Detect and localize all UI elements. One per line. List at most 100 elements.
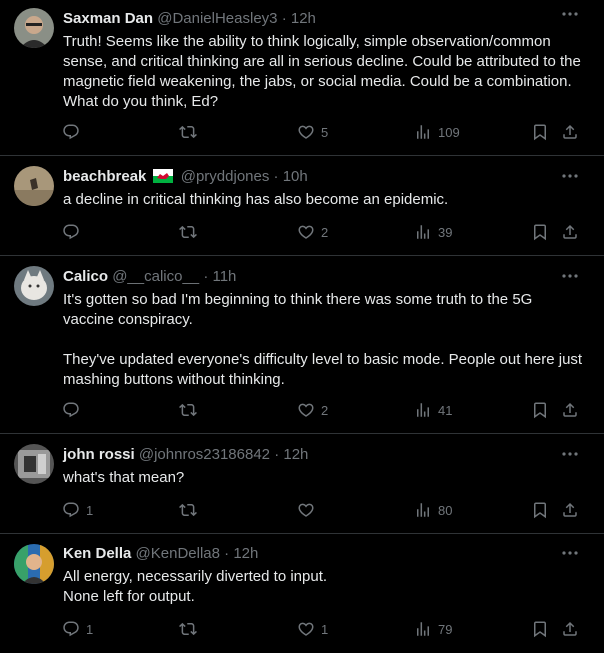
display-name[interactable]: Ken Della	[63, 545, 131, 562]
reply-button[interactable]: 1	[62, 619, 93, 639]
view-count: 109	[438, 124, 460, 140]
reply-icon	[62, 501, 80, 519]
more-icon[interactable]	[560, 6, 580, 22]
share-button[interactable]	[561, 500, 579, 520]
display-name[interactable]: john rossi	[63, 446, 135, 463]
user-handle[interactable]: @DanielHeasley3	[157, 10, 277, 27]
tweet-header: beachbreak @pryddjones · 10h	[63, 167, 308, 187]
share-icon	[561, 401, 579, 419]
avatar[interactable]	[14, 266, 54, 306]
bookmark-button[interactable]	[531, 222, 549, 242]
separator-dot: ·	[274, 446, 280, 463]
views-button[interactable]: 41	[414, 400, 452, 420]
reply-button[interactable]	[62, 122, 86, 142]
timestamp[interactable]: 10h	[283, 168, 308, 185]
avatar[interactable]	[14, 166, 54, 206]
share-icon	[561, 223, 579, 241]
reply-icon	[62, 223, 80, 241]
timestamp[interactable]: 12h	[283, 446, 308, 463]
like-count: 1	[321, 621, 329, 637]
display-name[interactable]: Calico	[63, 268, 108, 285]
share-button[interactable]	[561, 400, 579, 420]
reply-icon	[62, 620, 80, 638]
tweet-text: It's gotten so bad I'm beginning to thin…	[63, 291, 583, 388]
user-handle[interactable]: @johnros23186842	[139, 446, 270, 463]
like-button[interactable]: 5	[297, 122, 328, 142]
bookmark-icon	[531, 501, 549, 519]
separator-dot: ·	[273, 168, 279, 185]
share-button[interactable]	[561, 122, 579, 142]
views-chart-icon	[414, 401, 432, 419]
retweet-button[interactable]	[179, 500, 203, 520]
like-count: 5	[321, 124, 329, 140]
reply-icon	[62, 123, 80, 141]
bookmark-button[interactable]	[531, 122, 549, 142]
timestamp[interactable]: 11h	[212, 268, 236, 285]
tweet-card[interactable]: beachbreak @pryddjones · 10h a decline i…	[0, 156, 604, 256]
retweet-button[interactable]	[179, 222, 203, 242]
tweet-text: All energy, necessarily diverted to inpu…	[63, 568, 328, 605]
more-icon[interactable]	[560, 268, 580, 284]
bookmark-icon	[531, 401, 549, 419]
tweet-text: what's that mean?	[63, 469, 185, 486]
timestamp[interactable]: 12h	[233, 545, 258, 562]
retweet-icon	[179, 123, 197, 141]
retweet-button[interactable]	[179, 122, 203, 142]
more-icon[interactable]	[560, 168, 580, 184]
tweet-card[interactable]: Ken Della @KenDella8 · 12h All energy, n…	[0, 534, 604, 653]
reply-count: 1	[86, 621, 94, 637]
views-button[interactable]: 39	[414, 222, 452, 242]
views-chart-icon	[414, 223, 432, 241]
reply-icon	[62, 401, 80, 419]
retweet-icon	[179, 501, 197, 519]
views-button[interactable]: 79	[414, 619, 452, 639]
view-count: 41	[438, 402, 453, 418]
share-icon	[561, 123, 579, 141]
tweet-card[interactable]: Calico @__calico__ · 11h It's gotten so …	[0, 256, 604, 434]
user-handle[interactable]: @pryddjones	[181, 168, 270, 185]
reply-button[interactable]	[62, 400, 86, 420]
like-count: 2	[321, 402, 329, 418]
action-bar: 2 41	[62, 400, 592, 420]
retweet-button[interactable]	[179, 400, 203, 420]
like-button[interactable]: 1	[297, 619, 328, 639]
views-chart-icon	[414, 620, 432, 638]
user-handle[interactable]: @__calico__	[112, 268, 199, 285]
reply-feed: Saxman Dan @DanielHeasley3 · 12h Truth! …	[0, 0, 604, 653]
action-bar: 1 80	[62, 500, 592, 520]
retweet-icon	[179, 223, 197, 241]
like-count: 2	[321, 224, 329, 240]
more-icon[interactable]	[560, 545, 580, 561]
avatar[interactable]	[14, 8, 54, 48]
timestamp[interactable]: 12h	[291, 10, 316, 27]
user-handle[interactable]: @KenDella8	[136, 545, 220, 562]
share-button[interactable]	[561, 619, 579, 639]
like-button[interactable]: 2	[297, 400, 328, 420]
bookmark-button[interactable]	[531, 400, 549, 420]
share-icon	[561, 620, 579, 638]
like-button[interactable]	[297, 500, 321, 520]
views-button[interactable]: 80	[414, 500, 452, 520]
avatar[interactable]	[14, 544, 54, 584]
separator-dot: ·	[224, 545, 230, 562]
separator-dot: ·	[281, 10, 287, 27]
reply-button[interactable]	[62, 222, 86, 242]
avatar[interactable]	[14, 444, 54, 484]
bookmark-button[interactable]	[531, 500, 549, 520]
tweet-card[interactable]: Saxman Dan @DanielHeasley3 · 12h Truth! …	[0, 0, 604, 156]
bookmark-button[interactable]	[531, 619, 549, 639]
more-icon[interactable]	[560, 446, 580, 462]
bookmark-icon	[531, 620, 549, 638]
like-button[interactable]: 2	[297, 222, 328, 242]
heart-icon	[297, 620, 315, 638]
reply-button[interactable]: 1	[62, 500, 93, 520]
separator-dot: ·	[203, 268, 209, 285]
bookmark-icon	[531, 123, 549, 141]
share-button[interactable]	[561, 222, 579, 242]
views-button[interactable]: 109	[414, 122, 460, 142]
heart-icon	[297, 401, 315, 419]
display-name[interactable]: beachbreak	[63, 168, 146, 185]
retweet-button[interactable]	[179, 619, 203, 639]
tweet-card[interactable]: john rossi @johnros23186842 · 12h what's…	[0, 434, 604, 534]
display-name[interactable]: Saxman Dan	[63, 10, 153, 27]
